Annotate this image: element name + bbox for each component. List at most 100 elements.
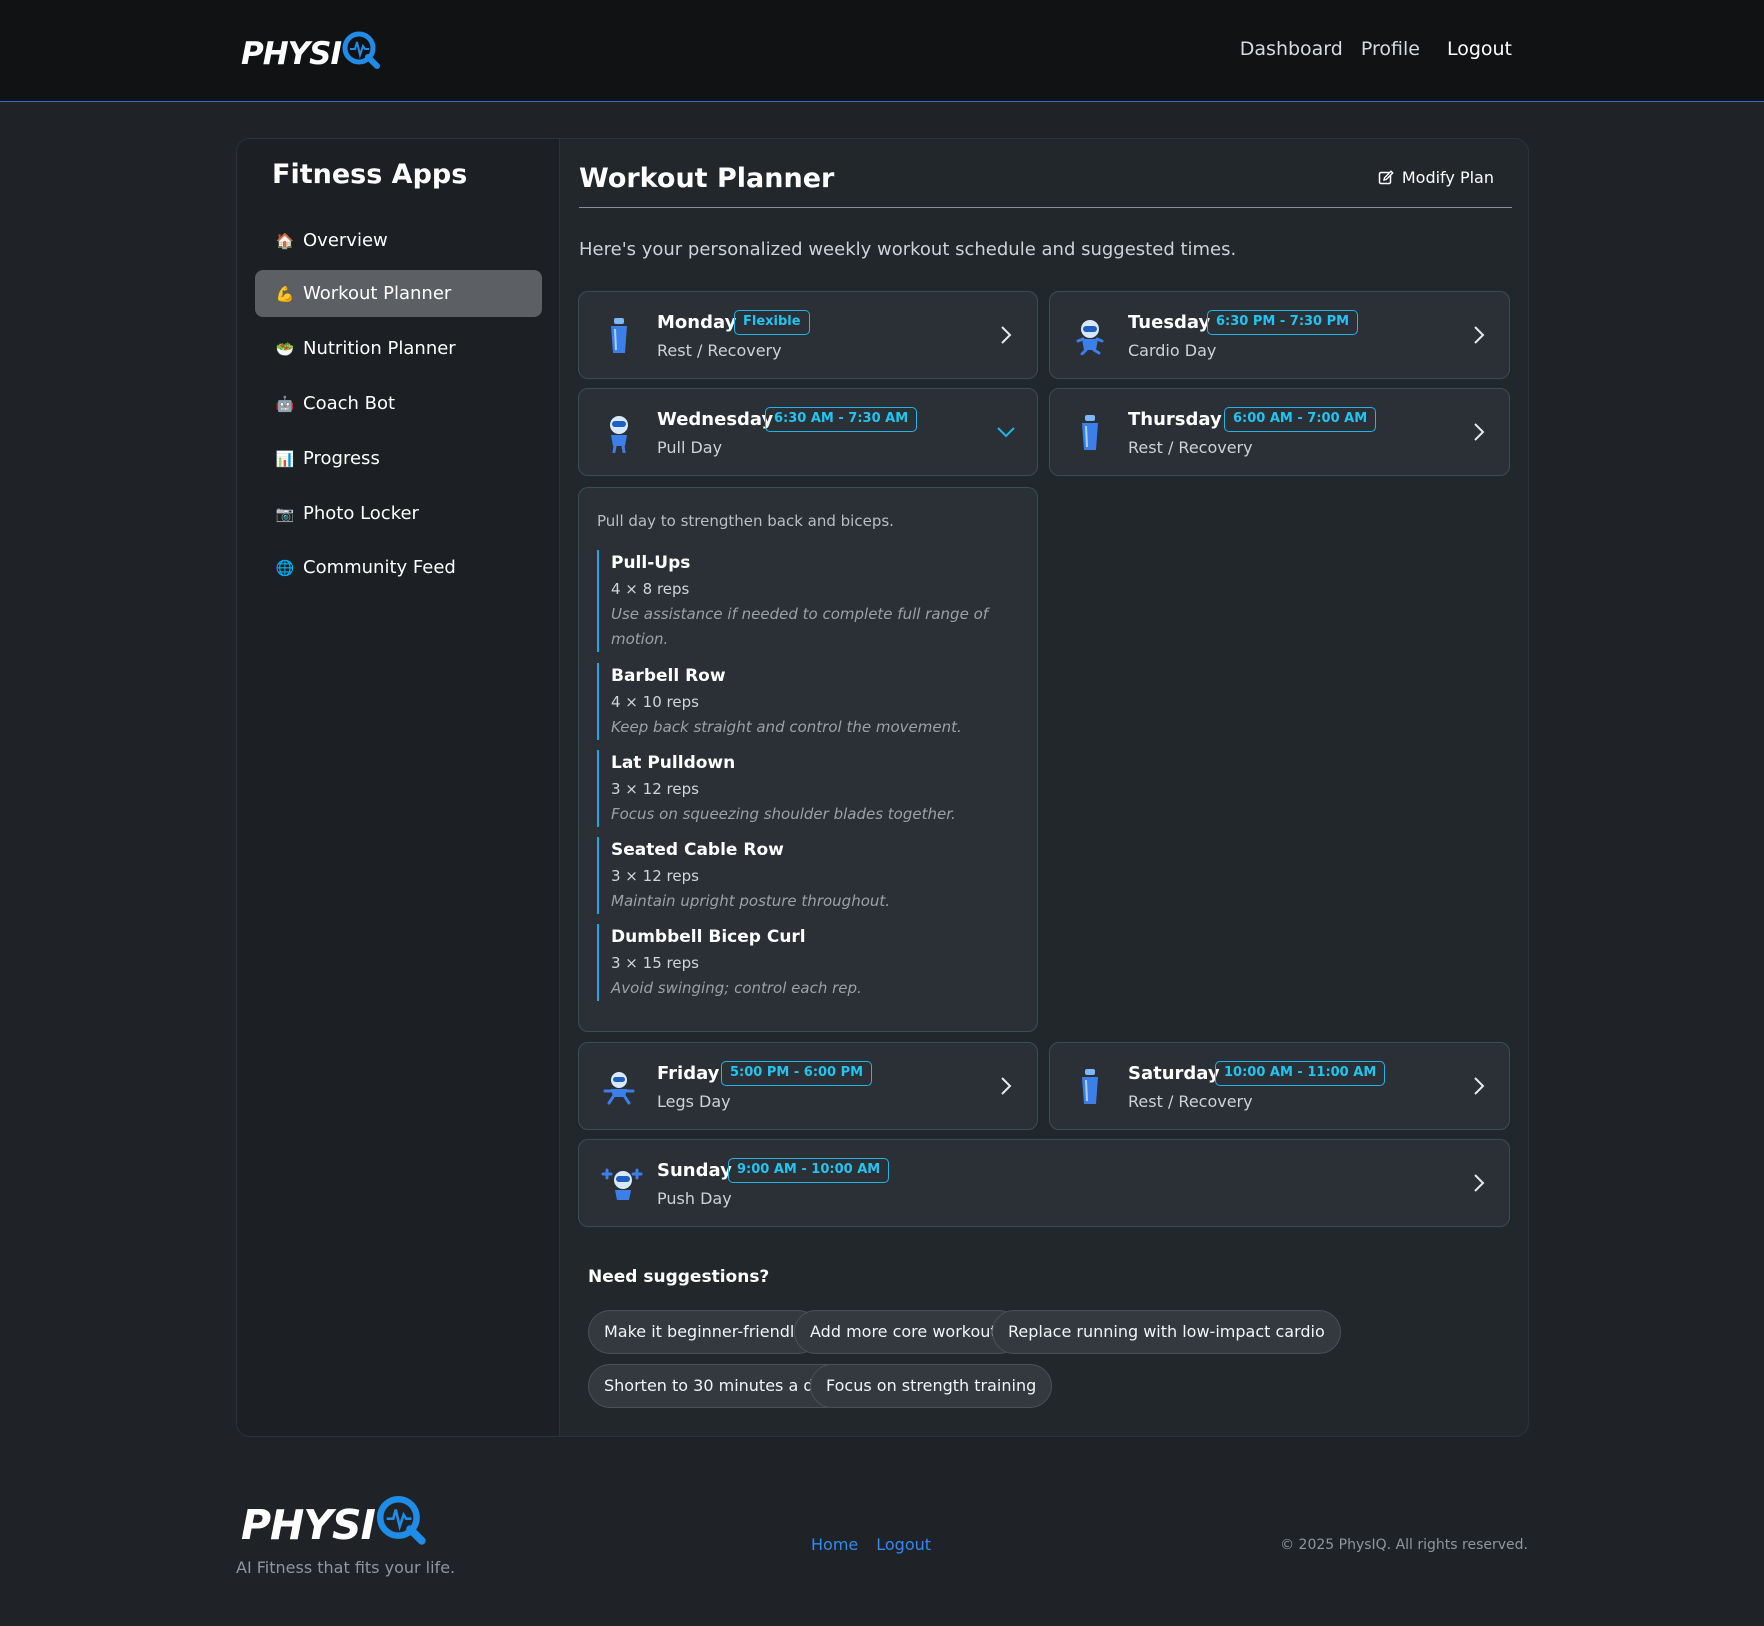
sidebar-item-nutrition-planner[interactable]: 🥗 Nutrition Planner (255, 325, 542, 372)
day-name: Wednesday (657, 409, 774, 430)
sidebar-item-photo-locker[interactable]: 📷 Photo Locker (255, 490, 542, 537)
title-divider (579, 207, 1512, 208)
pushup-mascot-icon (601, 1164, 643, 1204)
logo-q-pulse-icon (375, 1494, 427, 1556)
footer-home-link[interactable]: Home (811, 1535, 858, 1554)
exercise-note: Focus on squeezing shoulder blades toget… (611, 805, 956, 823)
suggestions-title: Need suggestions? (588, 1267, 770, 1287)
day-card-thursday[interactable]: Thursday 6:00 AM - 7:00 AM Rest / Recove… (1049, 388, 1510, 476)
suggestion-chip[interactable]: Add more core workouts (794, 1310, 1022, 1354)
exercise-sets: 4 × 10 reps (611, 693, 699, 711)
app-shell: Fitness Apps 🏠 Overview 💪 Workout Planne… (236, 138, 1529, 1437)
salad-bowl-icon: 🥗 (275, 339, 295, 358)
sidebar-item-label: Progress (303, 448, 380, 469)
chevron-right-icon (1474, 326, 1485, 344)
day-name: Saturday (1128, 1063, 1220, 1084)
day-name: Sunday (657, 1160, 732, 1181)
wednesday-detail-panel: Pull day to strengthen back and biceps. … (578, 487, 1038, 1032)
exercise-name: Pull-Ups (611, 553, 691, 573)
day-workout-type: Pull Day (657, 438, 723, 457)
sidebar-item-label: Workout Planner (303, 283, 452, 304)
camera-icon: 📷 (275, 504, 295, 523)
bar-chart-icon: 📊 (275, 449, 295, 468)
sidebar-item-label: Coach Bot (303, 393, 396, 414)
day-name: Friday (657, 1063, 720, 1084)
planner-intro: Here's your personalized weekly workout … (579, 239, 1237, 260)
exercise-note: Keep back straight and control the movem… (611, 718, 962, 736)
exercise-item: Lat Pulldown 3 × 12 reps Focus on squeez… (597, 750, 1017, 827)
exercise-name: Dumbbell Bicep Curl (611, 927, 806, 947)
day-workout-type: Push Day (657, 1189, 732, 1208)
day-workout-type: Rest / Recovery (1128, 1092, 1253, 1111)
footer-logout-link[interactable]: Logout (876, 1535, 931, 1554)
water-bottle-icon (601, 316, 637, 356)
time-badge: 10:00 AM - 11:00 AM (1215, 1061, 1386, 1086)
chevron-right-icon (1474, 1174, 1485, 1192)
exercise-sets: 4 × 8 reps (611, 580, 690, 598)
chevron-right-icon (1474, 1077, 1485, 1095)
nav-profile-link[interactable]: Profile (1361, 38, 1420, 60)
day-workout-type: Rest / Recovery (1128, 438, 1253, 457)
day-card-saturday[interactable]: Saturday 10:00 AM - 11:00 AM Rest / Reco… (1049, 1042, 1510, 1130)
water-bottle-icon (1072, 1067, 1108, 1107)
footer-tagline: AI Fitness that fits your life. (236, 1558, 456, 1577)
edit-icon (1378, 169, 1394, 184)
sidebar: Fitness Apps 🏠 Overview 💪 Workout Planne… (237, 139, 560, 1436)
day-card-friday[interactable]: Friday 5:00 PM - 6:00 PM Legs Day (578, 1042, 1038, 1130)
footer-physiq-logo[interactable]: PHYSI (241, 1494, 427, 1556)
footer-links: Home Logout (811, 1535, 931, 1554)
day-card-sunday[interactable]: Sunday 9:00 AM - 10:00 AM Push Day (578, 1139, 1510, 1227)
chevron-right-icon (1001, 326, 1012, 344)
modify-plan-button[interactable]: Modify Plan (1378, 168, 1494, 187)
day-card-tuesday[interactable]: Tuesday 6:30 PM - 7:30 PM Cardio Day (1049, 291, 1510, 379)
runner-mascot-icon (1072, 316, 1108, 356)
exercise-name: Barbell Row (611, 666, 726, 686)
exercise-name: Lat Pulldown (611, 753, 736, 773)
water-bottle-icon (1072, 413, 1108, 453)
sidebar-item-label: Nutrition Planner (303, 338, 456, 359)
day-name: Tuesday (1128, 312, 1211, 333)
day-card-monday[interactable]: Monday Flexible Rest / Recovery (578, 291, 1038, 379)
exercise-note: Maintain upright posture throughout. (611, 892, 891, 910)
top-navbar: PHYSI Dashboard Profile Logout (0, 0, 1764, 102)
exercise-note: Avoid swinging; control each rep. (611, 979, 862, 997)
day-workout-type: Cardio Day (1128, 341, 1217, 360)
robot-icon: 🤖 (275, 394, 295, 413)
suggestion-chip[interactable]: Replace running with low-impact cardio (992, 1310, 1341, 1354)
day-workout-type: Rest / Recovery (657, 341, 782, 360)
time-badge: 6:00 AM - 7:00 AM (1224, 407, 1377, 432)
day-name: Monday (657, 312, 737, 333)
sidebar-item-progress[interactable]: 📊 Progress (255, 435, 542, 482)
time-badge: Flexible (734, 310, 810, 335)
workout-planner-main: Workout Planner Modify Plan Here's your … (560, 139, 1528, 1436)
sidebar-item-community-feed[interactable]: 🌐 Community Feed (255, 544, 542, 591)
sidebar-title: Fitness Apps (272, 159, 468, 190)
suggestion-chip[interactable]: Focus on strength training (810, 1364, 1053, 1408)
sidebar-item-overview[interactable]: 🏠 Overview (255, 217, 542, 264)
globe-icon: 🌐 (275, 558, 295, 577)
sidebar-item-workout-planner[interactable]: 💪 Workout Planner (255, 270, 542, 317)
time-badge: 9:00 AM - 10:00 AM (728, 1158, 890, 1183)
pullup-mascot-icon (601, 413, 637, 453)
physiq-logo[interactable]: PHYSI (241, 30, 381, 78)
chevron-down-icon (997, 427, 1015, 438)
day-workout-type: Legs Day (657, 1092, 731, 1111)
exercise-item: Barbell Row 4 × 10 reps Keep back straig… (597, 663, 1017, 740)
time-badge: 5:00 PM - 6:00 PM (721, 1061, 873, 1086)
suggestion-chip[interactable]: Make it beginner-friendly (588, 1310, 820, 1354)
nav-dashboard-link[interactable]: Dashboard (1240, 38, 1343, 60)
exercise-sets: 3 × 15 reps (611, 954, 699, 972)
exercise-name: Seated Cable Row (611, 840, 784, 860)
exercise-note: Use assistance if needed to complete ful… (611, 605, 989, 648)
nav-logout-link[interactable]: Logout (1447, 38, 1512, 60)
chevron-right-icon (1001, 1077, 1012, 1095)
time-badge: 6:30 PM - 7:30 PM (1207, 310, 1359, 335)
logo-text: PHYSI (241, 36, 342, 72)
exercise-item: Pull-Ups 4 × 8 reps Use assistance if ne… (597, 550, 1017, 652)
flexed-biceps-icon: 💪 (275, 284, 295, 303)
sidebar-item-label: Photo Locker (303, 503, 419, 524)
day-card-wednesday[interactable]: Wednesday 6:30 AM - 7:30 AM Pull Day (578, 388, 1038, 476)
top-nav-links: Dashboard Profile Logout (1240, 38, 1512, 60)
copyright-text: © 2025 PhysIQ. All rights reserved. (1280, 1537, 1528, 1553)
sidebar-item-coach-bot[interactable]: 🤖 Coach Bot (255, 380, 542, 427)
